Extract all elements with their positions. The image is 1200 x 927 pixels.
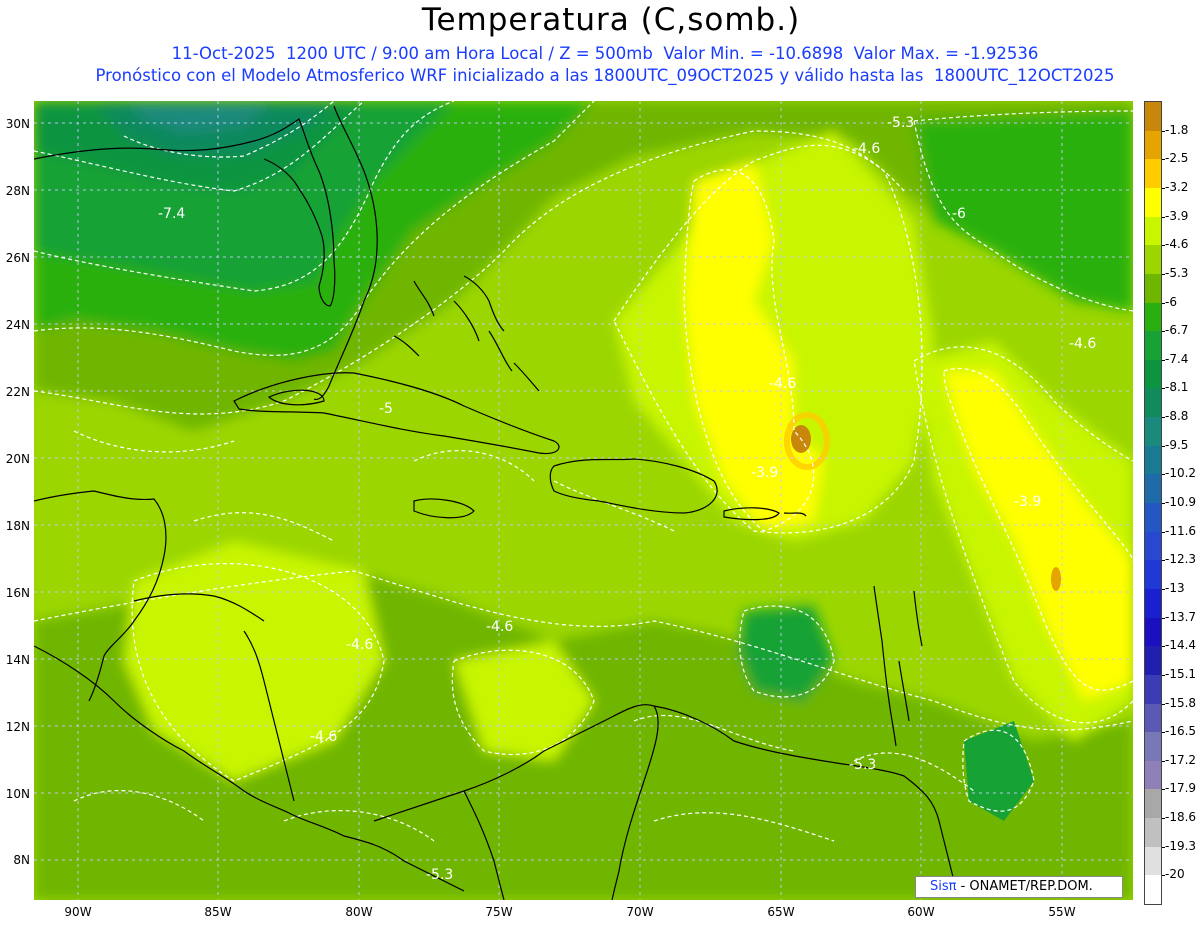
lat-label: 20N	[5, 452, 30, 466]
colorbar-swatch	[1145, 417, 1161, 447]
temperature-map-panel: -5.3 -4.6 -7.4 -6 -4.6 -5 -4.6 -3.9 -3.9…	[34, 101, 1133, 900]
lon-label: 80W	[345, 905, 373, 919]
colorbar-label: -6	[1165, 294, 1177, 309]
lat-label: 24N	[5, 318, 30, 332]
lat-label: 14N	[5, 653, 30, 667]
colorbar-label: -12.3	[1165, 552, 1197, 567]
colorbar-label: -13	[1165, 580, 1185, 595]
model-run-subtitle: Pronóstico con el Modelo Atmosferico WRF…	[95, 66, 1115, 85]
valid-time-subtitle: 11-Oct-2025 1200 UTC / 9:00 am Hora Loca…	[171, 44, 1039, 63]
colorbar-label: -20	[1165, 867, 1185, 882]
field-east-max	[1051, 567, 1061, 591]
colorbar-swatch	[1145, 732, 1161, 762]
colorbar-label: -11.6	[1165, 523, 1197, 538]
lat-label: 22N	[5, 385, 30, 399]
colorbar-label: -2.5	[1165, 151, 1189, 166]
colorbar-swatch	[1145, 531, 1161, 561]
colorbar-swatch	[1145, 102, 1161, 132]
colorbar-label: -13.7	[1165, 609, 1197, 624]
colorbar-label: -16.5	[1165, 724, 1197, 739]
lat-label: 26N	[5, 251, 30, 265]
contour-label: -6	[952, 206, 966, 222]
colorbar-swatch	[1145, 331, 1161, 361]
colorbar-label: -19.3	[1165, 838, 1197, 853]
credit-brand: Sisπ	[930, 879, 957, 894]
contour-label: -7.4	[158, 206, 185, 222]
lon-label: 90W	[64, 905, 92, 919]
colorbar-swatch	[1145, 130, 1161, 160]
colorbar-swatch	[1145, 159, 1161, 189]
colorbar-swatch	[1145, 474, 1161, 504]
colorbar-swatch	[1145, 245, 1161, 275]
lon-label: 55W	[1048, 905, 1076, 919]
colorbar-label: -4.6	[1165, 237, 1189, 252]
colorbar-swatch	[1145, 617, 1161, 647]
contour-label: -3.9	[1014, 494, 1041, 510]
colorbar-swatch	[1145, 187, 1161, 218]
colorbar-swatch	[1145, 216, 1161, 246]
colorbar-swatch	[1145, 875, 1161, 905]
colorbar-swatch	[1145, 846, 1161, 876]
lon-label: 75W	[485, 905, 513, 919]
map-title: Temperatura (C,somb.)	[421, 2, 801, 38]
contour-label: -4.6	[1069, 336, 1096, 352]
contour-label: -5	[379, 401, 393, 417]
colorbar-swatch	[1145, 388, 1161, 418]
contour-label: -4.6	[853, 141, 880, 157]
colorbar-label: -17.2	[1165, 752, 1197, 767]
contour-label: -4.6	[769, 376, 796, 392]
contour-label: -4.6	[346, 637, 373, 653]
colorbar-swatch	[1145, 302, 1161, 332]
colorbar-label: -3.2	[1165, 179, 1189, 194]
lat-label: 18N	[5, 519, 30, 533]
colorbar-label: -5.3	[1165, 265, 1189, 280]
colorbar-label: -8.1	[1165, 380, 1189, 395]
contour-label: -5.3	[849, 757, 876, 773]
colorbar-label: -10.9	[1165, 495, 1197, 509]
contour-label: -3.9	[751, 465, 778, 481]
lat-label: 30N	[5, 117, 30, 131]
lon-label: 70W	[626, 905, 654, 919]
lat-label: 16N	[5, 586, 30, 600]
colorbar-label: -8.8	[1165, 409, 1189, 424]
lon-label: 60W	[907, 905, 935, 919]
colorbar-label: -15.1	[1165, 666, 1197, 681]
contour-label: -5.3	[887, 115, 914, 131]
lat-label: 28N	[5, 184, 30, 198]
colorbar-label: -18.6	[1165, 810, 1197, 825]
colorbar-label: -1.8	[1165, 122, 1189, 137]
contour-label: -4.6	[310, 729, 337, 745]
lat-label: 8N	[13, 853, 30, 867]
colorbar-swatch	[1145, 674, 1161, 704]
colorbar-label: -7.4	[1165, 351, 1189, 366]
colorbar-label: -14.4	[1165, 638, 1197, 653]
contour-label: -5.3	[426, 867, 453, 883]
credit-box: Sisπ - ONAMET/REP.DOM.	[915, 876, 1123, 898]
colorbar-swatch	[1145, 789, 1161, 819]
colorbar-label: -10.2	[1165, 466, 1197, 481]
lat-label: 12N	[5, 720, 30, 734]
colorbar-label: -17.9	[1165, 781, 1197, 796]
lon-label: 85W	[204, 905, 232, 919]
colorbar-label: -6.7	[1165, 323, 1189, 338]
lon-label: 65W	[767, 905, 795, 919]
temperature-field: -5.3 -4.6 -7.4 -6 -4.6 -5 -4.6 -3.9 -3.9…	[34, 101, 1133, 900]
colorbar-swatch	[1145, 760, 1161, 790]
colorbar-swatch	[1145, 588, 1161, 619]
colorbar-label: -15.8	[1165, 695, 1197, 710]
credit-text: - ONAMET/REP.DOM.	[956, 879, 1093, 894]
colorbar-label: -9.5	[1165, 437, 1189, 452]
colorbar-swatch	[1145, 359, 1161, 389]
colorbar-swatch	[1145, 560, 1161, 590]
colorbar-swatch	[1145, 646, 1161, 676]
colorbar-swatch	[1145, 703, 1161, 733]
colorbar-swatch	[1145, 503, 1161, 533]
colorbar-swatch	[1145, 818, 1161, 848]
colorbar-label: -3.9	[1165, 208, 1189, 223]
colorbar	[1144, 101, 1162, 905]
colorbar-swatch	[1145, 273, 1161, 303]
lat-label: 10N	[5, 787, 30, 801]
contour-label: -4.6	[486, 619, 513, 635]
colorbar-swatch	[1145, 445, 1161, 475]
